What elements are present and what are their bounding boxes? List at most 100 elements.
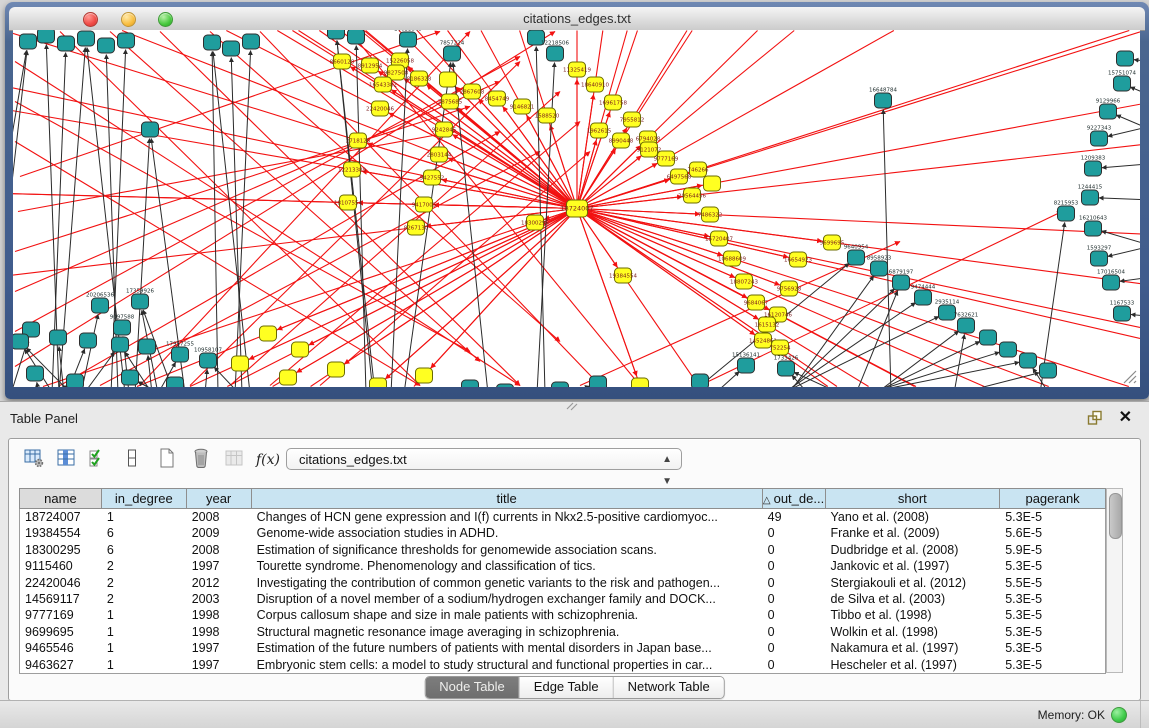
table-cell[interactable]: 1 <box>102 509 187 525</box>
table-cell[interactable]: 9465546 <box>20 640 102 656</box>
network-node[interactable] <box>260 326 277 341</box>
network-node[interactable]: 12218506 <box>541 41 569 62</box>
network-node[interactable]: 16961758 <box>599 95 627 110</box>
table-cell[interactable]: Stergiakouli et al. (2012) <box>826 575 1001 591</box>
column-header-year[interactable]: year <box>187 489 252 508</box>
network-node[interactable]: 752254 <box>770 340 791 355</box>
table-cell[interactable]: 0 <box>763 607 826 623</box>
network-node[interactable]: 1593297 <box>1087 246 1112 267</box>
table-cell[interactable]: 2009 <box>187 525 252 541</box>
table-row[interactable]: 911546021997Tourette syndrome. Phenomeno… <box>20 558 1105 574</box>
table-cell[interactable]: 6 <box>102 525 187 541</box>
network-node[interactable] <box>223 41 240 56</box>
network-node[interactable] <box>416 368 433 383</box>
network-node[interactable] <box>1040 363 1057 378</box>
tab-network-table[interactable]: Network Table <box>614 677 724 698</box>
table-cell[interactable]: 1 <box>102 657 187 673</box>
network-node[interactable] <box>27 366 44 381</box>
table-row[interactable]: 977716911998Corpus callosum shape and si… <box>20 607 1105 623</box>
table-cell[interactable]: 19384554 <box>20 525 102 541</box>
network-node[interactable]: 17016504 <box>1097 270 1125 291</box>
table-cell[interactable]: 2 <box>102 558 187 574</box>
table-cell[interactable]: Structural magnetic resonance image aver… <box>252 624 763 640</box>
checklist-icon[interactable] <box>85 447 111 473</box>
close-panel-icon[interactable]: ✕ <box>1119 407 1132 427</box>
table-cell[interactable]: 0 <box>763 558 826 574</box>
table-cell[interactable]: Tibbo et al. (1998) <box>826 607 1001 623</box>
table-row[interactable]: 969969511998Structural magnetic resonanc… <box>20 624 1105 640</box>
table-cell[interactable]: Genome-wide association studies in ADHD. <box>252 525 763 541</box>
tab-edge-table[interactable]: Edge Table <box>520 677 614 698</box>
table-cell[interactable]: de Silva et al. (2003) <box>826 591 1001 607</box>
table-cell[interactable]: 1 <box>102 640 187 656</box>
table-cell[interactable]: 0 <box>763 624 826 640</box>
network-node[interactable] <box>704 176 721 191</box>
table-cell[interactable]: Embryonic stem cells: a model to study s… <box>252 657 763 673</box>
table-cell[interactable]: 1997 <box>187 657 252 673</box>
table-cell[interactable]: 1998 <box>187 607 252 623</box>
column-header-name[interactable]: name <box>20 489 102 508</box>
table-cell[interactable]: Jankovic et al. (1997) <box>826 558 1001 574</box>
table-cell[interactable]: 0 <box>763 657 826 673</box>
network-node[interactable] <box>692 374 709 387</box>
table-cell[interactable]: 5.3E-5 <box>1000 657 1105 673</box>
table-cell[interactable]: 5.3E-5 <box>1000 509 1105 525</box>
table-cell[interactable]: 49 <box>763 509 826 525</box>
network-node[interactable]: 9699695 <box>820 235 845 250</box>
table-cell[interactable]: 5.3E-5 <box>1000 607 1105 623</box>
table-cell[interactable]: 1998 <box>187 624 252 640</box>
table-cell[interactable]: 1 <box>102 624 187 640</box>
table-scrollbar-thumb[interactable] <box>1109 493 1122 539</box>
network-node[interactable] <box>118 33 135 48</box>
network-node[interactable] <box>122 370 139 385</box>
network-node[interactable] <box>80 333 97 348</box>
network-node[interactable]: 9227343 <box>1087 126 1112 147</box>
table-cell[interactable]: Nakamura et al. (1997) <box>826 640 1001 656</box>
network-node[interactable] <box>370 378 387 387</box>
network-node[interactable] <box>98 38 115 53</box>
network-node[interactable] <box>1000 342 1017 357</box>
network-node[interactable] <box>112 337 129 352</box>
network-node[interactable]: 18807243 <box>730 274 758 289</box>
network-node[interactable] <box>980 330 997 345</box>
network-node[interactable]: 8990448 <box>609 133 634 148</box>
network-node[interactable] <box>232 356 249 371</box>
network-node[interactable]: 16654923 <box>784 252 812 267</box>
network-node[interactable] <box>20 34 37 49</box>
network-node[interactable]: 8215953 <box>1054 201 1079 222</box>
table-cell[interactable]: 2 <box>102 575 187 591</box>
table-cell[interactable]: 1997 <box>187 558 252 574</box>
network-node[interactable]: 7857224 <box>440 41 465 62</box>
table-cell[interactable]: Investigating the contribution of common… <box>252 575 763 591</box>
table-cell[interactable]: 0 <box>763 542 826 558</box>
network-node[interactable] <box>328 30 345 39</box>
table-cell[interactable]: 5.5E-5 <box>1000 575 1105 591</box>
table-cell[interactable]: 5.9E-5 <box>1000 542 1105 558</box>
column-header-out_de[interactable]: △out_de... <box>763 489 826 508</box>
table-cell[interactable]: 5.3E-5 <box>1000 591 1105 607</box>
network-node[interactable] <box>497 384 514 387</box>
table-cell[interactable]: 0 <box>763 640 826 656</box>
column-header-short[interactable]: short <box>826 489 1001 508</box>
table-row[interactable]: 1456911722003Disruption of a novel membe… <box>20 591 1105 607</box>
table-cell[interactable]: Estimation of the future numbers of pati… <box>252 640 763 656</box>
network-node[interactable] <box>590 376 607 387</box>
column-header-title[interactable]: title <box>252 489 763 508</box>
table-cell[interactable]: 5.3E-5 <box>1000 624 1105 640</box>
table-cell[interactable]: 9463627 <box>20 657 102 673</box>
network-node[interactable]: 17359926 <box>126 289 154 310</box>
table-cell[interactable]: Disruption of a novel member of a sodium… <box>252 591 763 607</box>
network-node[interactable] <box>67 374 84 387</box>
table-cell[interactable]: Estimation of significance thresholds fo… <box>252 542 763 558</box>
table-cell[interactable]: 18724007 <box>20 509 102 525</box>
table-cell[interactable]: 9115460 <box>20 558 102 574</box>
network-node[interactable] <box>142 122 159 137</box>
table-cell[interactable]: 0 <box>763 575 826 591</box>
network-node[interactable] <box>13 334 29 349</box>
table-row[interactable]: 1872400712008Changes of HCN gene express… <box>20 509 1105 525</box>
canvas-resize-grip[interactable] <box>1120 367 1138 385</box>
network-node[interactable] <box>328 362 345 377</box>
column-header-in_degree[interactable]: in_degree <box>102 489 187 508</box>
network-node[interactable]: 12213389 <box>338 162 366 177</box>
new-table-icon[interactable] <box>154 447 180 473</box>
